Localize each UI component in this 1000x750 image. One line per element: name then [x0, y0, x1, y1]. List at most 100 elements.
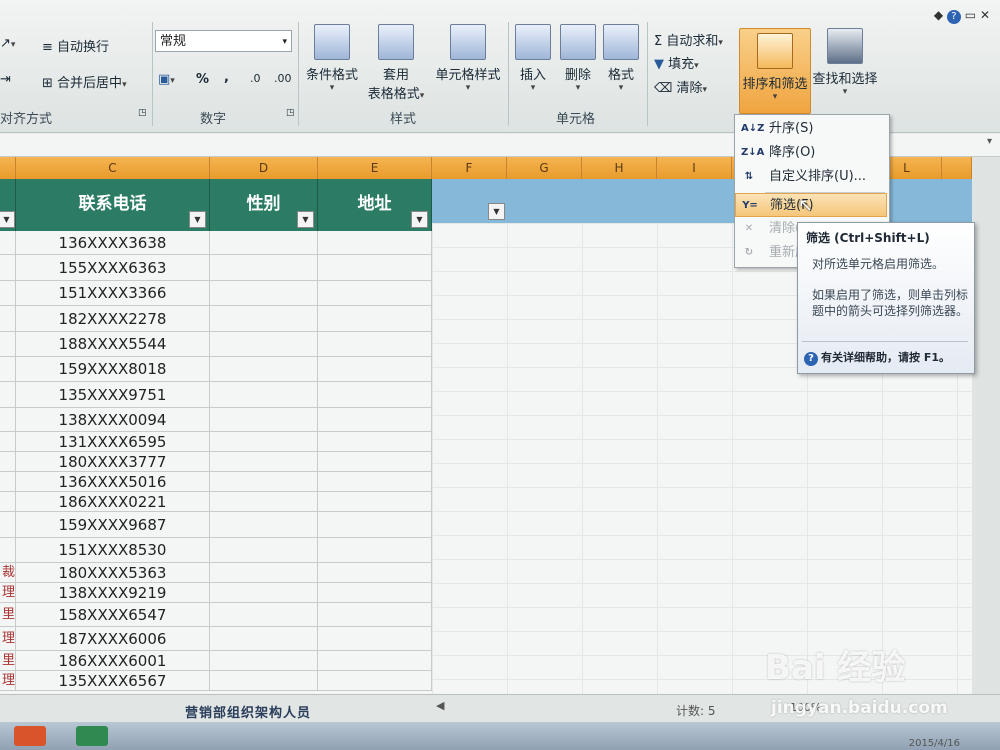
powerpoint-taskbar-icon[interactable]	[14, 726, 46, 746]
phone-cell[interactable]: 180XXXX5363	[16, 563, 210, 582]
column-header[interactable]	[942, 157, 972, 179]
table-cell[interactable]	[318, 583, 432, 602]
table-cell[interactable]	[318, 357, 432, 381]
phone-cell[interactable]: 159XXXX8018	[16, 357, 210, 381]
table-cell[interactable]	[210, 538, 318, 562]
expand-formula-icon[interactable]: ▾	[987, 136, 992, 147]
name-cell[interactable]	[0, 452, 16, 471]
phone-cell[interactable]: 131XXXX6595	[16, 432, 210, 451]
phone-cell[interactable]: 151XXXX3366	[16, 281, 210, 305]
name-cell[interactable]: 理	[0, 627, 16, 650]
phone-cell[interactable]: 155XXXX6363	[16, 255, 210, 280]
table-cell[interactable]	[318, 563, 432, 582]
name-cell[interactable]	[0, 382, 16, 407]
excel-taskbar-icon[interactable]	[76, 726, 108, 746]
table-cell[interactable]	[318, 627, 432, 650]
name-cell[interactable]	[0, 512, 16, 537]
table-cell[interactable]	[318, 472, 432, 491]
table-cell[interactable]	[210, 671, 318, 690]
name-cell[interactable]	[0, 472, 16, 491]
orientation-button[interactable]: ↗▾	[0, 36, 15, 51]
table-cell[interactable]	[210, 583, 318, 602]
phone-cell[interactable]: 138XXXX9219	[16, 583, 210, 602]
close-icon[interactable]: ✕	[980, 8, 990, 22]
name-cell[interactable]	[0, 492, 16, 511]
name-cell[interactable]: 里	[0, 651, 16, 670]
phone-cell[interactable]: 182XXXX2278	[16, 306, 210, 331]
table-cell[interactable]	[210, 492, 318, 511]
name-cell[interactable]	[0, 281, 16, 305]
indent-button[interactable]: ⇥	[0, 72, 11, 87]
minimize-ribbon-icon[interactable]: ◆	[934, 8, 943, 22]
name-cell[interactable]	[0, 231, 16, 254]
currency-button[interactable]: ▣▾	[158, 72, 175, 87]
window-controls[interactable]: ◆ ? ▭ ✕	[934, 8, 990, 24]
table-cell[interactable]	[210, 512, 318, 537]
phone-cell[interactable]: 158XXXX6547	[16, 603, 210, 626]
table-cell[interactable]	[318, 255, 432, 280]
table-cell[interactable]	[210, 332, 318, 356]
table-cell[interactable]	[318, 538, 432, 562]
menu-item-sort-descending[interactable]: Z↓A 降序(O)	[735, 141, 887, 165]
percent-button[interactable]: %	[196, 72, 209, 87]
sort-filter-button[interactable]: 排序和筛选 ▾	[739, 28, 811, 114]
column-header[interactable]: H	[582, 157, 657, 179]
column-header[interactable]: G	[507, 157, 582, 179]
name-cell[interactable]: 裁	[0, 563, 16, 582]
clear-button[interactable]: ⌫ 清除▾	[654, 77, 707, 96]
table-cell[interactable]	[318, 671, 432, 690]
table-cell[interactable]	[210, 452, 318, 471]
table-cell[interactable]	[210, 281, 318, 305]
column-header[interactable]: D	[210, 157, 318, 179]
table-cell[interactable]	[318, 603, 432, 626]
comma-button[interactable]: ,	[224, 70, 229, 85]
name-cell[interactable]	[0, 432, 16, 451]
format-button[interactable]: 格式 ▾	[600, 24, 642, 93]
phone-cell[interactable]: 138XXXX0094	[16, 408, 210, 431]
name-cell[interactable]	[0, 538, 16, 562]
table-cell[interactable]	[210, 563, 318, 582]
alignment-dialog-launcher[interactable]: ◳	[138, 108, 147, 118]
menu-item-custom-sort[interactable]: ⇅ 自定义排序(U)...	[735, 165, 887, 189]
menu-item-sort-ascending[interactable]: A↓Z 升序(S)	[735, 117, 887, 141]
fill-button[interactable]: ▼ 填充▾	[654, 53, 699, 72]
filter-dropdown-icon[interactable]: ▼	[411, 211, 428, 228]
phone-cell[interactable]: 180XXXX3777	[16, 452, 210, 471]
table-cell[interactable]	[210, 306, 318, 331]
table-cell[interactable]	[318, 306, 432, 331]
name-cell[interactable]	[0, 408, 16, 431]
phone-cell[interactable]: 186XXXX6001	[16, 651, 210, 670]
table-cell[interactable]	[210, 627, 318, 650]
filter-dropdown-icon[interactable]: ▼	[0, 211, 15, 228]
column-header[interactable]: F	[432, 157, 507, 179]
name-cell[interactable]	[0, 332, 16, 356]
table-cell[interactable]	[210, 255, 318, 280]
phone-cell[interactable]: 159XXXX9687	[16, 512, 210, 537]
delete-button[interactable]: 删除 ▾	[558, 24, 598, 93]
number-dialog-launcher[interactable]: ◳	[286, 108, 295, 118]
insert-button[interactable]: 插入 ▾	[512, 24, 554, 93]
table-cell[interactable]	[318, 512, 432, 537]
number-format-select[interactable]: 常规 ▾	[155, 30, 292, 52]
phone-cell[interactable]: 135XXXX6567	[16, 671, 210, 690]
name-cell[interactable]: 理	[0, 583, 16, 602]
table-cell[interactable]	[318, 432, 432, 451]
sheet-tab[interactable]: 营销部组织架构人员	[185, 702, 311, 721]
table-cell[interactable]	[210, 231, 318, 254]
filter-dropdown-icon[interactable]: ▼	[488, 203, 505, 220]
column-header[interactable]: E	[318, 157, 432, 179]
table-cell[interactable]	[318, 452, 432, 471]
column-header[interactable]: C	[16, 157, 210, 179]
phone-cell[interactable]: 136XXXX3638	[16, 231, 210, 254]
phone-cell[interactable]: 188XXXX5544	[16, 332, 210, 356]
phone-cell[interactable]: 136XXXX5016	[16, 472, 210, 491]
name-cell[interactable]	[0, 357, 16, 381]
table-cell[interactable]	[210, 603, 318, 626]
name-cell[interactable]: 里	[0, 603, 16, 626]
table-cell[interactable]	[318, 231, 432, 254]
table-cell[interactable]	[210, 651, 318, 670]
column-header[interactable]	[0, 157, 16, 179]
table-cell[interactable]	[318, 492, 432, 511]
table-cell[interactable]	[318, 332, 432, 356]
name-cell[interactable]	[0, 306, 16, 331]
